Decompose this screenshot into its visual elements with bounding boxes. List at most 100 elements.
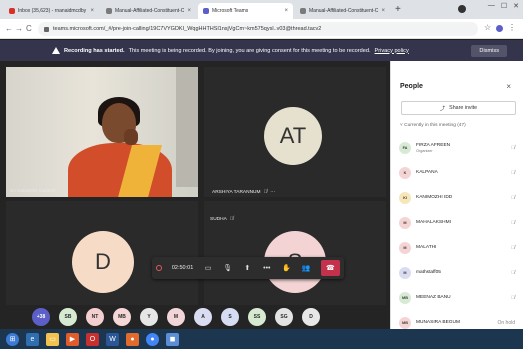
participant-avatar[interactable]: NT <box>86 308 104 326</box>
hang-up-button[interactable]: ☎ <box>320 260 341 276</box>
maximize-icon[interactable]: ☐ <box>501 2 507 10</box>
participant-list: FA FIRZA AFREEN Organizer 🎙̸ K KALPANA 🎙̸ KI KAN… <box>399 135 519 335</box>
tile-name: ARSHIYA TARANNUM 🎙̸ ··· <box>212 189 275 195</box>
close-icon[interactable]: × <box>90 8 94 14</box>
window-controls: — ☐ ✕ <box>488 2 519 10</box>
reload-icon[interactable]: C <box>26 23 32 34</box>
back-icon[interactable]: ← <box>5 23 13 34</box>
avatar: M <box>399 241 411 254</box>
folder-icon[interactable]: ▭ <box>46 332 59 346</box>
forward-icon[interactable]: → <box>15 23 23 34</box>
participant-avatar[interactable]: S <box>221 308 239 326</box>
warning-icon <box>52 47 60 54</box>
browser-tab-strip: Inbox (35,623) - rnanaidmcdby × Manual-A… <box>0 0 523 19</box>
participant-text: MEENAZ BANU <box>416 295 451 301</box>
mic-off-icon: 🎙̸ <box>511 294 515 301</box>
share-screen-icon[interactable]: ⬆ <box>242 264 252 272</box>
more-actions-icon[interactable]: ••• <box>262 265 272 272</box>
participant-avatar[interactable]: D <box>302 308 320 326</box>
mic-off-icon: 🎙̸ <box>511 169 515 176</box>
participant-row[interactable]: Mmathstaff05 🎙̸ <box>399 260 519 285</box>
participant-text: MALATHI <box>416 245 436 251</box>
participant-avatar[interactable]: A <box>194 308 212 326</box>
avatar: AT <box>264 107 322 165</box>
people-icon[interactable]: 👥 <box>301 264 311 272</box>
person-hand <box>124 129 138 145</box>
media-icon[interactable]: ▶ <box>66 332 79 346</box>
tab-title: Manual-Affiliated-Constituent-C <box>115 8 185 14</box>
mic-off-icon: 🎙̸ <box>511 244 515 251</box>
raise-hand-icon[interactable]: ✋ <box>282 264 292 272</box>
participant-row[interactable]: FA FIRZA AFREEN Organizer 🎙̸ <box>399 135 519 160</box>
participant-avatar[interactable]: SB <box>59 308 77 326</box>
tab-gmail[interactable]: Inbox (35,623) - rnanaidmcdby × <box>4 3 99 19</box>
privacy-policy-link[interactable]: Privacy policy <box>375 48 409 54</box>
tab-manual-2[interactable]: Manual-Affiliated-Constituent-C × <box>295 3 390 19</box>
video-tile-d[interactable]: D <box>6 201 198 305</box>
menu-kebab-icon[interactable]: ⋮ <box>508 23 516 32</box>
extension-icon[interactable] <box>496 25 503 32</box>
tab-teams[interactable]: Microsoft Teams × <box>198 3 293 19</box>
participant-avatar[interactable]: +38 <box>32 308 50 326</box>
participant-text: KANIMOZHI IDD <box>416 195 452 201</box>
new-tab-button[interactable]: + <box>395 4 401 16</box>
share-invite-button[interactable]: ⤴ Share invite <box>401 101 516 115</box>
avatar: FA <box>399 141 411 154</box>
app-icon[interactable]: ◼ <box>166 332 179 346</box>
more-icon[interactable]: ··· <box>270 189 275 195</box>
screen: Inbox (35,623) - rnanaidmcdby × Manual-A… <box>0 0 523 349</box>
camera-off-icon[interactable]: ▭ <box>203 264 213 272</box>
tab-title: Microsoft Teams <box>212 8 249 14</box>
mic-off-icon[interactable]: 🎙 <box>223 264 233 272</box>
dismiss-button[interactable]: Dismiss <box>471 45 507 57</box>
minimize-icon[interactable]: — <box>488 2 495 10</box>
tile-name: Sri Kalaiselvi Ganesh <box>10 189 56 194</box>
participant-avatar[interactable]: Y <box>140 308 158 326</box>
participant-row[interactable]: MB MEENAZ BANU 🎙̸ <box>399 285 519 310</box>
mic-off-icon: 🎙̸ <box>511 269 515 276</box>
section-header[interactable]: ˅ Currently in this meeting (47) <box>400 123 466 128</box>
video-tile-at[interactable]: AT ARSHIYA TARANNUM 🎙̸ ··· <box>204 67 386 197</box>
chevron-down-icon: ˅ <box>400 123 403 128</box>
participant-avatar[interactable]: SS <box>248 308 266 326</box>
participant-role: Organizer <box>416 148 433 153</box>
system-clock[interactable] <box>516 332 517 338</box>
call-timer: 02:50:01 <box>171 265 194 271</box>
start-icon[interactable]: ⊞ <box>6 332 19 346</box>
tab-manual-1[interactable]: Manual-Affiliated-Constituent-C × <box>101 3 196 19</box>
firefox-icon[interactable]: ● <box>126 332 139 346</box>
participant-row[interactable]: K KALPANA 🎙̸ <box>399 160 519 185</box>
opera-icon[interactable]: O <box>86 332 99 346</box>
video-tile-presenter[interactable]: Sri Kalaiselvi Ganesh <box>6 67 198 197</box>
mic-off-icon: 🎙̸ <box>229 216 234 222</box>
participant-row[interactable]: M MAHALAKSHMI 🎙̸ <box>399 210 519 235</box>
avatar: K <box>399 166 411 179</box>
close-icon[interactable]: × <box>187 8 191 14</box>
participant-avatar[interactable]: SG <box>275 308 293 326</box>
participant-name: KANIMOZHI IDD <box>416 194 453 200</box>
share-invite-label: Share invite <box>449 105 478 111</box>
profile-icon[interactable] <box>458 5 466 13</box>
close-window-icon[interactable]: ✕ <box>513 2 519 10</box>
participant-text: mathstaff05 <box>416 270 441 276</box>
participant-row[interactable]: KI KANIMOZHI IDD 🎙̸ <box>399 185 519 210</box>
video-tile-sudha[interactable]: S SUDHA 🎙̸ <box>204 201 386 305</box>
browser-toolbar: ← → C teams.microsoft.com/_#/pre-join-ca… <box>0 19 523 39</box>
mic-off-icon: 🎙̸ <box>263 189 268 195</box>
participant-row[interactable]: M MALATHI 🎙̸ <box>399 235 519 260</box>
close-icon[interactable]: × <box>381 8 385 14</box>
close-icon[interactable]: × <box>284 8 288 14</box>
word-icon[interactable]: W <box>106 332 119 346</box>
participant-avatar[interactable]: MB <box>113 308 131 326</box>
participant-text: MAHALAKSHMI <box>416 220 451 226</box>
participant-name: MALATHI <box>416 244 437 250</box>
chrome-icon[interactable]: ● <box>146 332 159 346</box>
globe-icon <box>106 8 112 14</box>
browser-icon[interactable]: e <box>26 332 39 346</box>
address-bar[interactable]: teams.microsoft.com/_#/pre-join-calling/… <box>38 22 478 36</box>
bookmark-star-icon[interactable]: ☆ <box>484 23 491 32</box>
wall-shape <box>176 67 198 187</box>
participant-avatar[interactable]: M <box>167 308 185 326</box>
participant-text: KALPANA <box>416 170 438 176</box>
close-panel-button[interactable]: × <box>506 82 511 91</box>
